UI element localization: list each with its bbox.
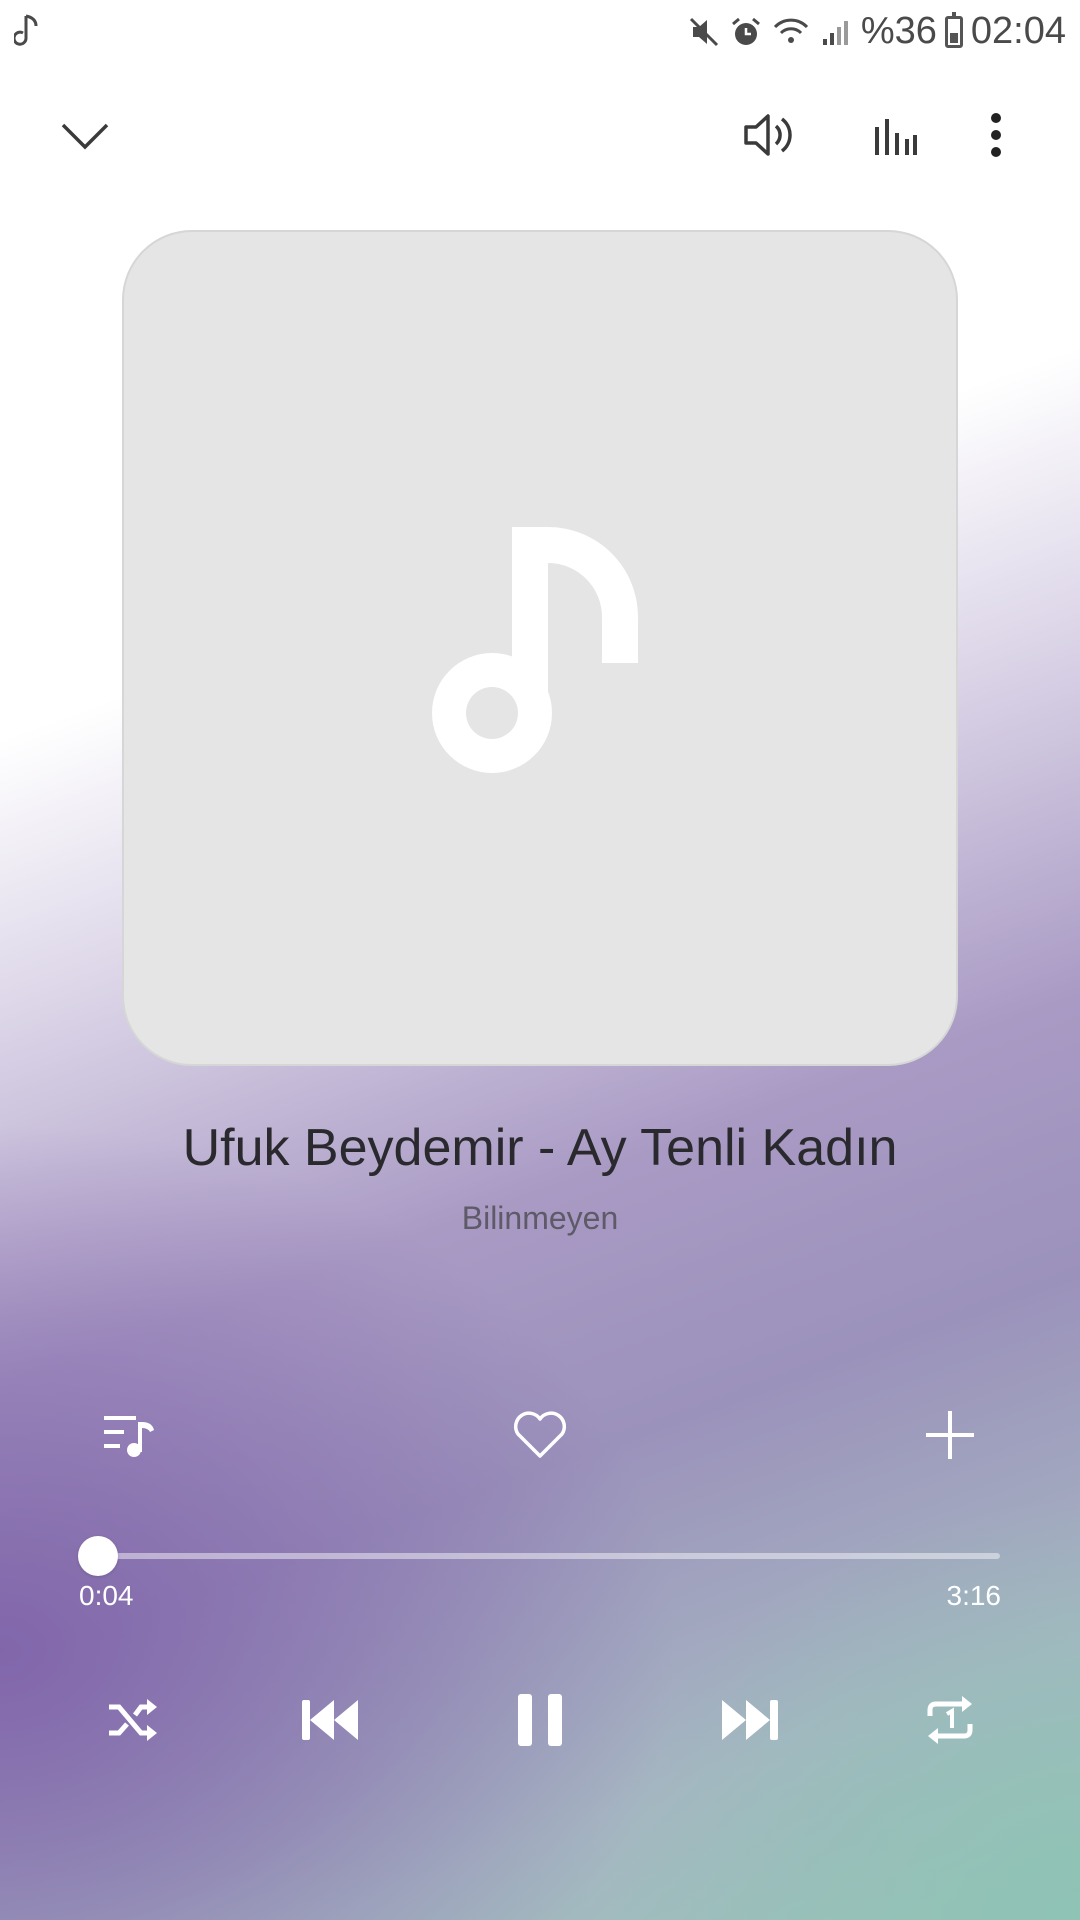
status-icons: %36 02:04 xyxy=(687,10,1066,53)
collapse-button[interactable] xyxy=(50,100,120,170)
playlist-icon xyxy=(104,1416,154,1457)
heart-icon xyxy=(513,1411,567,1458)
mute-icon xyxy=(687,15,721,49)
alarm-icon xyxy=(729,15,763,49)
seek-thumb[interactable] xyxy=(78,1536,119,1576)
playback-controls xyxy=(0,1680,1080,1760)
pause-icon xyxy=(518,1694,562,1746)
repeat-one-icon xyxy=(927,1696,973,1744)
more-options-button[interactable] xyxy=(966,95,1026,175)
battery-icon xyxy=(944,11,963,48)
music-note-icon xyxy=(432,527,638,773)
battery-percent: %36 xyxy=(860,10,937,52)
chevron-down-icon xyxy=(61,123,109,150)
equalizer-button[interactable] xyxy=(855,95,935,175)
more-icon xyxy=(991,113,1001,157)
total-duration: 3:16 xyxy=(946,1580,1002,1611)
playlist-button[interactable] xyxy=(95,1400,165,1470)
music-note-icon xyxy=(12,12,44,53)
equalizer-icon xyxy=(875,119,917,155)
status-bar: %36 02:04 xyxy=(0,0,1080,64)
shuffle-icon xyxy=(109,1699,157,1741)
add-to-playlist-button[interactable] xyxy=(915,1400,985,1470)
player-top-bar xyxy=(0,90,1080,180)
track-title: Ufuk Beydemir - Ay Tenli Kadın xyxy=(182,1119,898,1177)
volume-icon xyxy=(744,114,792,156)
repeat-one-button[interactable] xyxy=(910,1680,990,1760)
wifi-icon xyxy=(771,15,811,49)
clock: 02:04 xyxy=(970,10,1066,52)
track-actions xyxy=(0,1400,1080,1470)
next-button[interactable] xyxy=(710,1680,790,1760)
plus-icon xyxy=(926,1411,974,1459)
pause-button[interactable] xyxy=(500,1680,580,1760)
elapsed-time: 0:04 xyxy=(79,1580,134,1611)
seek-track xyxy=(80,1553,1000,1559)
previous-icon xyxy=(302,1700,358,1740)
track-artist[interactable]: Bilinmeyen xyxy=(0,1200,1080,1237)
album-art xyxy=(122,230,958,1066)
volume-button[interactable] xyxy=(728,95,808,175)
shuffle-button[interactable] xyxy=(92,1680,172,1760)
previous-button[interactable] xyxy=(290,1680,370,1760)
seek-bar[interactable] xyxy=(78,1536,1000,1576)
favorite-button[interactable] xyxy=(505,1400,575,1470)
next-icon xyxy=(722,1700,778,1740)
signal-icon xyxy=(819,15,853,49)
